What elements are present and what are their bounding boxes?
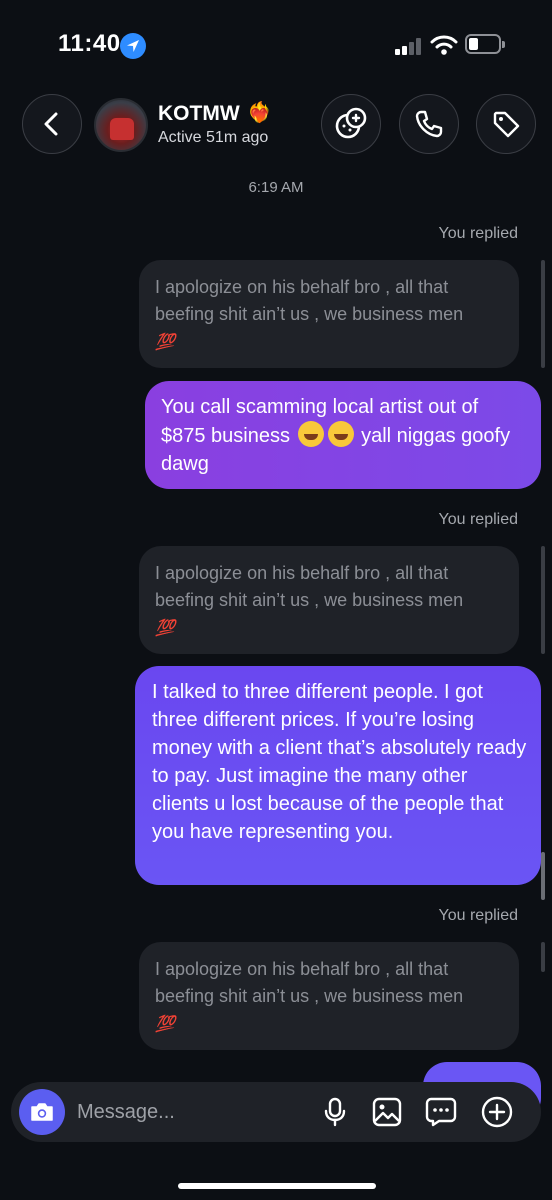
you-replied-label: You replied — [438, 511, 518, 528]
image-gallery-icon — [372, 1097, 402, 1127]
quoted-reply-bubble[interactable]: I apologize on his behalf bro , all that… — [139, 260, 519, 368]
chat-bubble-sticker-icon — [425, 1097, 457, 1127]
quoted-text: I apologize on his behalf bro , all that… — [155, 563, 464, 610]
quoted-reply-bubble[interactable]: I apologize on his behalf bro , all that… — [139, 942, 519, 1050]
quoted-reply-bubble[interactable]: I apologize on his behalf bro , all that… — [139, 546, 519, 654]
sticker-effects-icon — [335, 107, 367, 139]
camera-button[interactable] — [19, 1089, 65, 1135]
tag-icon — [493, 111, 520, 138]
heart-on-fire-emoji: ❤️‍🔥 — [247, 102, 272, 124]
quoted-text: I apologize on his behalf bro , all that… — [155, 959, 464, 1006]
cellular-signal-icon — [395, 37, 425, 55]
plus-circle-icon — [481, 1096, 513, 1128]
chevron-left-icon — [44, 112, 58, 136]
quoted-text: I apologize on his behalf bro , all that… — [155, 277, 464, 324]
battery-icon — [465, 34, 505, 54]
hundred-points-emoji: 💯 — [155, 1016, 175, 1033]
tag-button[interactable] — [476, 94, 536, 154]
back-button[interactable] — [22, 94, 82, 154]
camera-icon — [31, 1103, 53, 1121]
hundred-points-emoji: 💯 — [155, 620, 175, 637]
sent-message-bubble[interactable]: You call scamming local artist out of $8… — [145, 381, 541, 489]
home-indicator[interactable] — [178, 1183, 376, 1189]
wifi-icon — [430, 35, 458, 55]
chat-effects-button[interactable] — [321, 94, 381, 154]
scrollbar-thumb[interactable] — [541, 852, 545, 900]
status-time: 11:40 — [58, 30, 121, 57]
message-timestamp: 6:19 AM — [248, 179, 304, 196]
microphone-icon — [324, 1097, 346, 1127]
message-input[interactable] — [77, 1094, 297, 1130]
sent-message-bubble[interactable]: I talked to three different people. I go… — [135, 666, 541, 885]
you-replied-label: You replied — [438, 225, 518, 242]
more-options-button[interactable] — [481, 1096, 513, 1128]
voice-call-button[interactable] — [399, 94, 459, 154]
contact-avatar[interactable] — [94, 98, 148, 152]
phone-icon — [415, 110, 443, 138]
message-composer — [11, 1082, 541, 1142]
microphone-button[interactable] — [319, 1096, 351, 1128]
scrollbar-segment — [541, 942, 545, 972]
scrollbar-segment — [541, 260, 545, 368]
gallery-button[interactable] — [371, 1096, 403, 1128]
sticker-button[interactable] — [425, 1096, 457, 1128]
you-replied-label: You replied — [438, 907, 518, 924]
status-bar: 11:40 — [0, 0, 552, 90]
active-status: Active 51m ago — [158, 129, 269, 146]
hundred-points-emoji: 💯 — [155, 334, 175, 351]
location-arrow-icon — [120, 33, 146, 59]
contact-name[interactable]: KOTMW — [158, 102, 240, 126]
chat-header: KOTMW ❤️‍🔥 Active 51m ago — [0, 90, 552, 160]
tears-of-joy-emoji — [297, 421, 324, 447]
scrollbar-segment — [541, 546, 545, 654]
tears-of-joy-emoji — [327, 421, 354, 447]
